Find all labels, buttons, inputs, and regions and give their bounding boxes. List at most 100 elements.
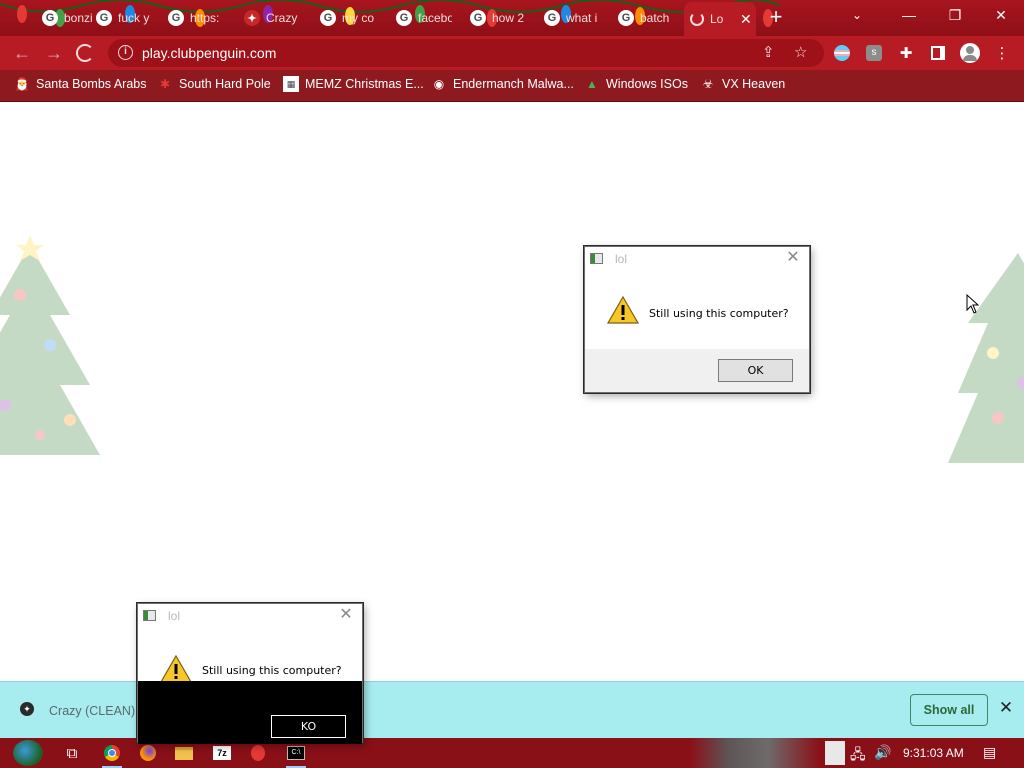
dialog-close-icon[interactable]: ✕ (781, 248, 805, 268)
loading-icon (690, 12, 704, 26)
dialog-body: Still using this computer? (585, 271, 809, 349)
share-icon[interactable]: ⇪ (762, 43, 775, 61)
new-tab-button[interactable]: + (764, 6, 788, 30)
warning-icon (607, 295, 639, 324)
address-bar-url[interactable]: play.clubpenguin.com (142, 45, 276, 61)
tab-bonzi[interactable]: G bonzi (36, 4, 98, 32)
ok-button[interactable]: OK (718, 359, 793, 382)
tray-overflow-icon[interactable] (825, 741, 845, 765)
browser-menu-icon[interactable]: ⋮ (990, 41, 1014, 65)
tab-what-i[interactable]: G what i (538, 4, 600, 32)
bookmark-label: Windows ISOs (606, 77, 688, 91)
google-icon: G (320, 10, 336, 26)
tab-active-loading[interactable]: Lo ✕ (684, 2, 756, 36)
bookmark-vx-heaven[interactable]: ☣ VX Heaven (700, 76, 786, 92)
tab-title: facebo (418, 11, 452, 25)
tab-batch[interactable]: G batch (612, 4, 674, 32)
dialog-body: Still using this computer? (138, 628, 362, 683)
dialog-title-bar[interactable]: lol ✕ (585, 247, 809, 271)
message-box-dialog-glitched: lol ✕ Still using this computer? KO (137, 603, 363, 744)
volume-icon[interactable]: 🔊 (874, 744, 891, 761)
bookmark-south-hard-pole[interactable]: ✱ South Hard Pole (157, 76, 271, 92)
show-all-button[interactable]: Show all (910, 694, 988, 726)
app-window-icon (143, 610, 156, 621)
tab-how-2[interactable]: G how 2 (464, 4, 526, 32)
restore-button[interactable]: ❐ (932, 0, 978, 30)
message-box-dialog: lol ✕ Still using this computer? OK (584, 246, 810, 393)
bookmarks-bar: 🎅 Santa Bombs Arabs ✱ South Hard Pole ▦ … (0, 70, 1024, 102)
tab-title: https: (190, 11, 220, 25)
tab-my-co[interactable]: G my co (314, 4, 376, 32)
bookmark-star-icon[interactable]: ☆ (794, 43, 807, 61)
ko-button[interactable]: KO (271, 715, 346, 738)
bookmark-santa-bombs-arabs[interactable]: 🎅 Santa Bombs Arabs (14, 76, 147, 92)
app-window-icon (590, 253, 603, 264)
stop-loading-icon[interactable] (76, 44, 94, 62)
dialog-footer-inverted: KO (138, 681, 362, 744)
dialog-message: Still using this computer? (202, 664, 342, 677)
bookmark-label: South Hard Pole (179, 77, 271, 91)
bookmark-label: Santa Bombs Arabs (36, 77, 147, 91)
address-bar[interactable]: i play.clubpenguin.com ⇪ ☆ (108, 39, 824, 67)
download-item[interactable]: Crazy (CLEAN).l (49, 704, 141, 718)
dialog-caption: lol (168, 609, 181, 623)
chrome-icon[interactable] (94, 738, 130, 768)
back-button[interactable]: ← (10, 41, 34, 65)
profile-avatar-icon[interactable] (958, 41, 982, 65)
minimize-button[interactable]: — (886, 0, 932, 30)
snowflake-icon: ✱ (159, 77, 171, 91)
christmas-tree-decoration-right (948, 253, 1024, 463)
system-clock[interactable]: 9:31:03 AM (903, 746, 964, 760)
bookmark-memz-christmas[interactable]: ▦ MEMZ Christmas E... (283, 76, 424, 92)
dialog-message: Still using this computer? (649, 307, 789, 320)
google-icon: G (96, 10, 112, 26)
christmas-tree-decoration-left (0, 235, 100, 455)
google-icon: G (168, 10, 184, 26)
dialog-close-icon[interactable]: ✕ (334, 605, 358, 625)
side-panel-icon[interactable] (926, 41, 950, 65)
task-view-icon[interactable]: ⧉ (54, 738, 90, 768)
dialog-title-bar[interactable]: lol ✕ (138, 604, 362, 628)
download-file-icon: ✦ (20, 702, 34, 716)
extensions-puzzle-icon[interactable]: ✚ (894, 41, 918, 65)
google-icon: G (396, 10, 412, 26)
enderman-icon: ◉ (433, 77, 445, 91)
tab-crazy[interactable]: ✦ Crazy (238, 4, 300, 32)
start-button[interactable] (8, 738, 48, 768)
tab-facebo[interactable]: G facebo (390, 4, 452, 32)
network-icon[interactable]: 🖧 (850, 744, 866, 768)
tab-title: batch (640, 11, 670, 25)
tab-title: Lo (710, 12, 724, 26)
tab-search-icon[interactable]: ⌄ (852, 8, 862, 22)
taskbar-background-blur (690, 738, 820, 768)
bookmark-endermanch-malware[interactable]: ◉ Endermanch Malwa... (431, 76, 574, 92)
tab-title: what i (566, 11, 598, 25)
tab-title: my co (342, 11, 375, 25)
site-info-icon[interactable]: i (118, 45, 133, 60)
close-window-button[interactable]: ✕ (978, 0, 1024, 30)
close-tab-icon[interactable]: ✕ (740, 11, 752, 28)
tab-title: fuck y (118, 11, 150, 25)
tab-title: Crazy (266, 11, 298, 25)
bookmark-windows-isos[interactable]: ▲ Windows ISOs (584, 76, 688, 92)
google-icon: G (544, 10, 560, 26)
tree-icon: ▲ (586, 77, 598, 91)
extension-flag-icon[interactable] (830, 41, 854, 65)
tab-fuck-y[interactable]: G fuck y (90, 4, 152, 32)
action-center-icon[interactable]: ▤ (983, 744, 1001, 762)
vx-icon: ☣ (702, 77, 714, 91)
bookmark-label: VX Heaven (722, 77, 786, 91)
extension-s-icon[interactable]: s (862, 41, 886, 65)
santa-icon: 🎅 (14, 77, 30, 91)
tab-title: how 2 (492, 11, 525, 25)
close-shelf-icon[interactable]: ✕ (996, 698, 1016, 720)
tab-strip: G bonzi G fuck y G https: ✦ Crazy G my c… (0, 0, 1024, 36)
memz-icon: ▦ (283, 76, 299, 92)
tab-https[interactable]: G https: (162, 4, 224, 32)
dialog-caption: lol (615, 252, 628, 266)
warning-icon (160, 654, 192, 683)
bookmark-label: MEMZ Christmas E... (305, 77, 424, 91)
forward-button[interactable]: → (42, 41, 66, 65)
google-icon: G (618, 10, 634, 26)
google-icon: G (42, 10, 58, 26)
